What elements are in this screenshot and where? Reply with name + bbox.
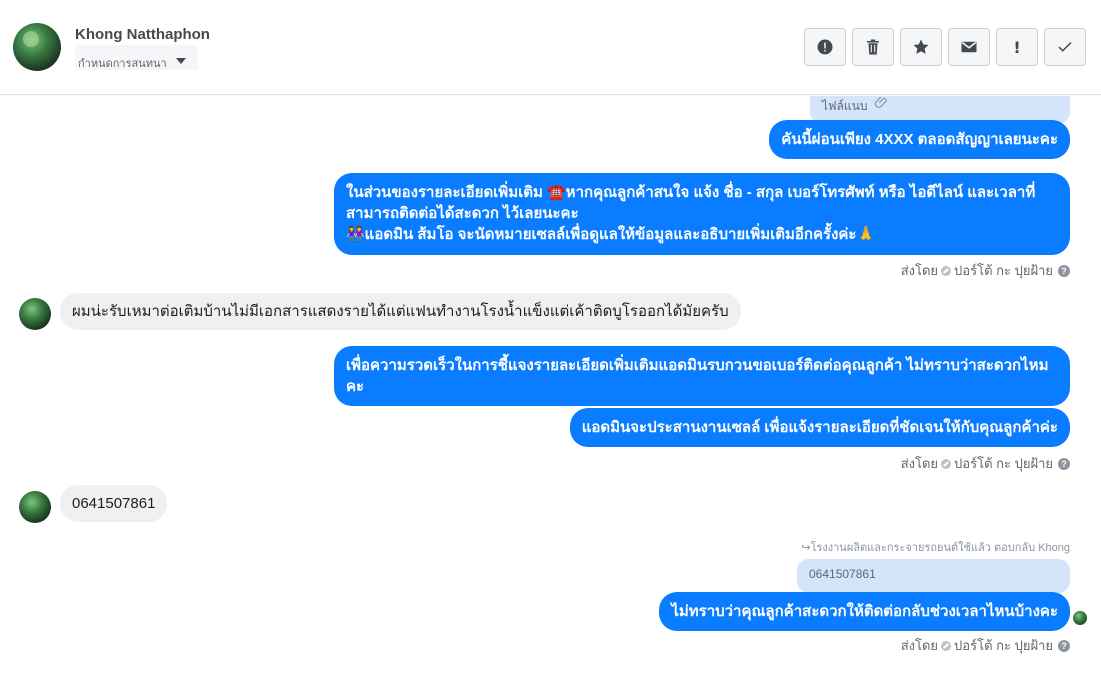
message-text: เพื่อความรวดเร็วในการชี้แจงรายละเอียดเพิ… (346, 357, 1049, 374)
toolbar: ! (804, 28, 1086, 66)
help-icon[interactable]: ? (1058, 457, 1070, 470)
message-text: 👭แอดมิน ส้มโอ จะนัดหมายเซลล์เพื่อดูแลให้… (346, 226, 876, 243)
message-thread[interactable]: ไฟล์แนบ คันนี้ผ่อนเพียง 4XXX ตลอดสัญญาเล… (0, 96, 1101, 679)
help-icon[interactable]: ? (1058, 264, 1070, 277)
paperclip-icon (874, 96, 887, 108)
sent-by-label: ส่งโดย ปอร์โต้ กะ ปุยฝ้าย ? (901, 260, 1070, 281)
message-text: คะ (346, 378, 365, 395)
reply-note: ↪โรงงานผลิตและกระจายรถยนต์ใช้แล้ว ตอบกลั… (801, 542, 1070, 554)
contact-name[interactable]: Khong Natthaphon (75, 26, 210, 43)
quoted-text: 0641507861 (809, 567, 876, 581)
message-text: สามารถติดต่อได้สะดวก ไว้เลยนะคะ (346, 205, 579, 222)
exclamation-icon: ! (1013, 37, 1021, 57)
mark-spam-button[interactable] (804, 28, 846, 66)
incoming-message[interactable]: ผมน่ะรับเหมาต่อเติมบ้านไม่มีเอกสารแสดงรา… (60, 293, 741, 330)
star-button[interactable] (900, 28, 942, 66)
check-icon (1058, 41, 1072, 52)
avatar[interactable] (19, 298, 51, 330)
check-badge-icon (941, 640, 952, 651)
message-text: ไม่ทราบว่าคุณลูกค้าสะดวกให้ติดต่อกลับช่ว… (671, 603, 1058, 620)
sent-by-label: ส่งโดย ปอร์โต้ กะ ปุยฝ้าย ? (901, 453, 1070, 474)
delete-button[interactable] (852, 28, 894, 66)
mark-unread-button[interactable] (948, 28, 990, 66)
outgoing-message[interactable]: ไม่ทราบว่าคุณลูกค้าสะดวกให้ติดต่อกลับช่ว… (659, 592, 1070, 631)
envelope-icon (961, 41, 977, 53)
alert-circle-icon (817, 39, 833, 55)
assign-label: กำหนดการสนทนา (78, 58, 167, 70)
outgoing-message[interactable]: เพื่อความรวดเร็วในการชี้แจงรายละเอียดเพิ… (334, 346, 1070, 406)
done-button[interactable] (1044, 28, 1086, 66)
message-text: แอดมินจะประสานงานเซลล์ เพื่อแจ้งรายละเอี… (581, 419, 1058, 436)
incoming-message[interactable]: 0641507861 (60, 485, 168, 522)
seen-avatar (1073, 611, 1087, 625)
attachment-label: ไฟล์แนบ (822, 99, 868, 113)
sent-by-label: ส่งโดย ปอร์โต้ กะ ปุยฝ้าย ? (901, 635, 1070, 656)
conversation-header: Khong Natthaphon กำหนดการสนทนา ! (0, 0, 1101, 95)
important-button[interactable]: ! (996, 28, 1038, 66)
message-text: ผมน่ะรับเหมาต่อเติมบ้านไม่มีเอกสารแสดงรา… (72, 303, 729, 320)
avatar[interactable] (19, 491, 51, 523)
check-badge-icon (941, 458, 952, 469)
help-icon[interactable]: ? (1058, 639, 1070, 652)
outgoing-message[interactable]: คันนี้ผ่อนเพียง 4XXX ตลอดสัญญาเลยนะคะ (769, 120, 1070, 159)
message-text: ในส่วนของรายละเอียดเพิ่มเติม ☎️หากคุณลูก… (346, 184, 1036, 201)
outgoing-message[interactable]: แอดมินจะประสานงานเซลล์ เพื่อแจ้งรายละเอี… (569, 408, 1070, 447)
assign-conversation-dropdown[interactable]: กำหนดการสนทนา (75, 45, 198, 70)
message-text: คันนี้ผ่อนเพียง 4XXX ตลอดสัญญาเลยนะคะ (781, 131, 1058, 148)
avatar[interactable] (13, 23, 61, 71)
outgoing-message[interactable]: ในส่วนของรายละเอียดเพิ่มเติม ☎️หากคุณลูก… (334, 173, 1070, 255)
trash-icon (867, 39, 879, 55)
star-icon (913, 39, 929, 54)
caret-down-icon (176, 58, 186, 64)
message-text: 0641507861 (72, 495, 156, 512)
check-badge-icon (941, 265, 952, 276)
quoted-message[interactable]: 0641507861 (797, 559, 1070, 593)
